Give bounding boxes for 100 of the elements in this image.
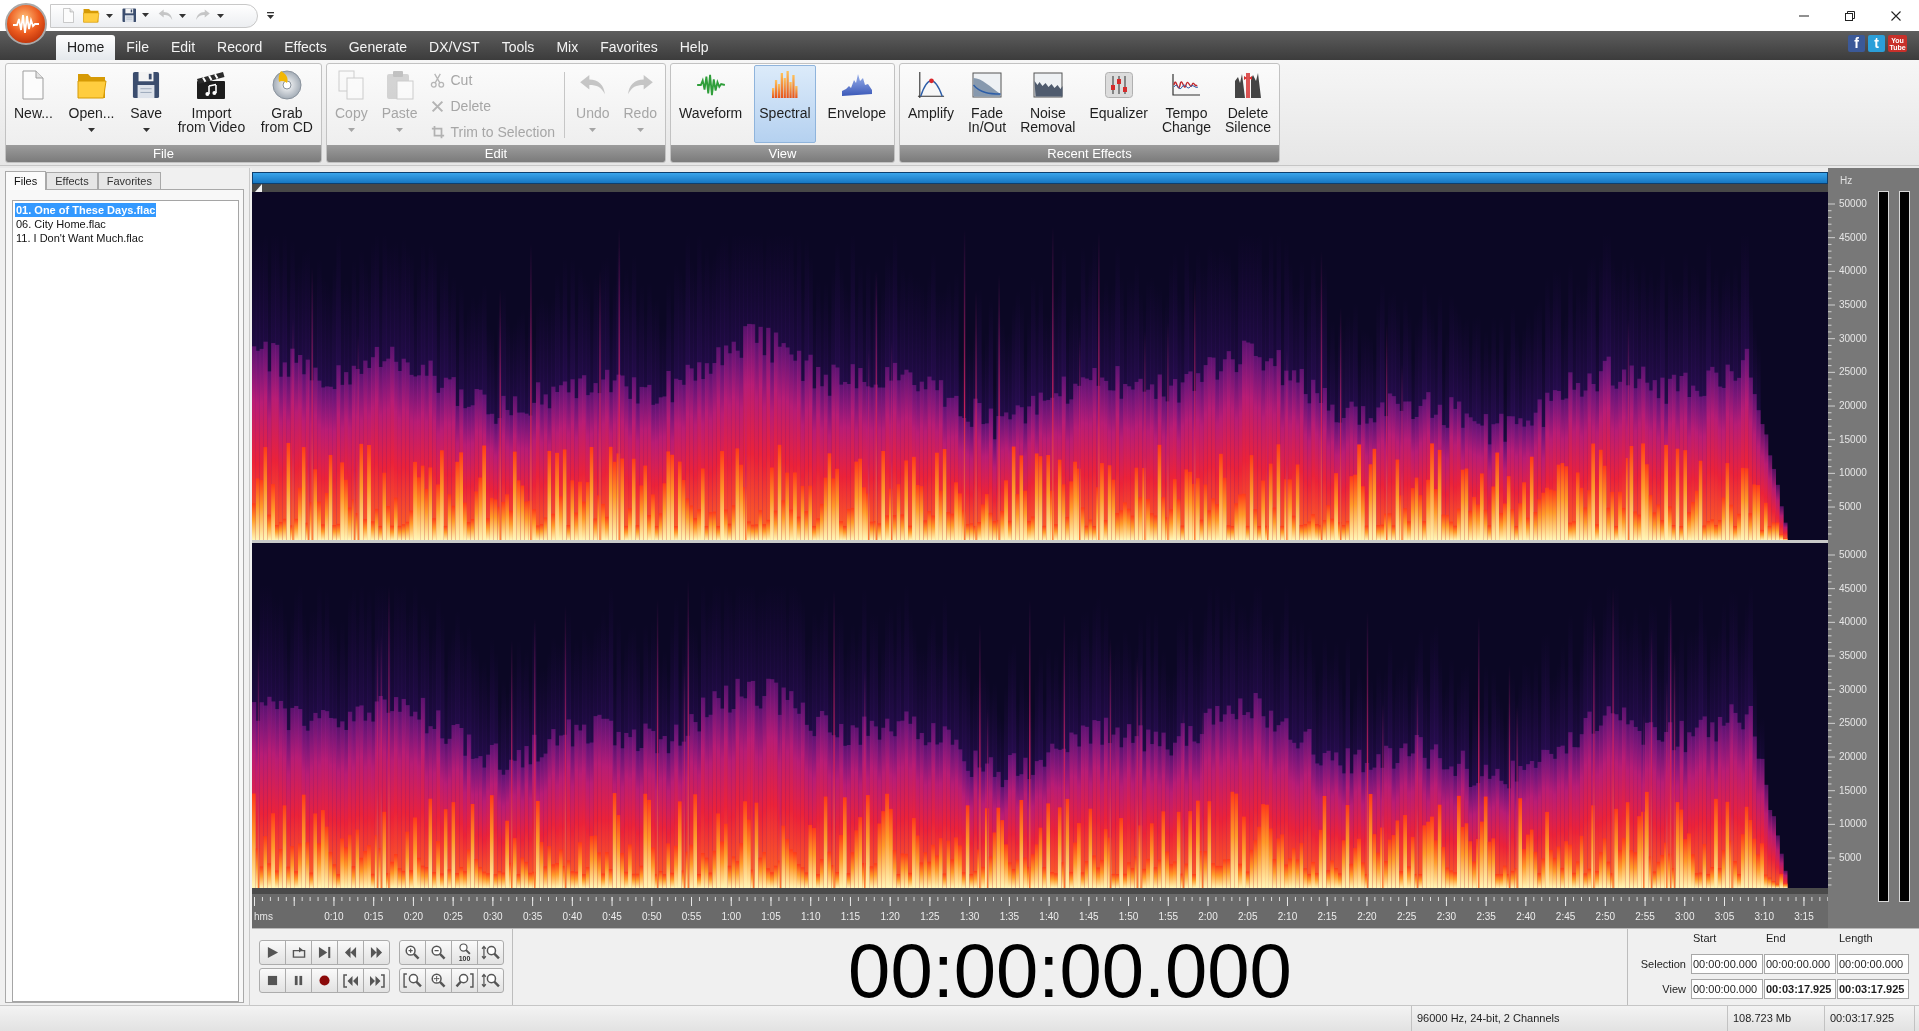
zoom-to-end-button[interactable] [451,968,478,993]
frequency-label: 35000 [1839,650,1867,662]
rewind-button[interactable] [337,940,364,965]
menu-tab[interactable]: Mix [545,35,590,60]
time-label: 2:05 [1238,911,1258,923]
arrows-magnifier-icon [481,973,500,988]
close-icon[interactable] [1891,10,1901,21]
time-label: 3:15 [1794,911,1814,923]
menu-tab[interactable]: Help [668,35,720,60]
frequency-label: 15000 [1839,784,1867,797]
ribbon-button[interactable]: Fade In/Out [962,65,1012,143]
time-label: 0:50 [642,911,662,923]
skip-to-start-button[interactable] [337,968,364,993]
stop-button[interactable] [259,968,286,993]
redo-icon [626,74,655,96]
frequency-label: 35000 [1839,299,1867,311]
status-text: 96000 Hz, 24-bit, 2 Channels [1417,1011,1560,1027]
time-label: 0:30 [483,911,503,923]
menu-tab[interactable]: Home [56,35,116,60]
menu-tab[interactable]: DX/VST [418,35,491,60]
playhead-marker-icon[interactable] [255,184,262,192]
record-button[interactable] [311,968,338,993]
time-field[interactable]: 00:00:00.000 [1837,954,1909,974]
menu-tab[interactable]: Favorites [589,35,669,60]
cross-icon [431,99,444,113]
menu-tab[interactable]: Tools [490,35,546,60]
zoom-out-button[interactable] [425,940,452,965]
time-field[interactable]: 00:03:17.925 [1764,979,1836,999]
time-label: 0:20 [403,911,424,923]
magnifier-minus-icon [431,945,446,960]
file-list-item[interactable]: 11. I Don't Want Much.flac [15,231,145,245]
zoom-to-fit-button[interactable] [425,968,452,993]
ribbon-button[interactable]: Open... [63,65,120,143]
overview-bar[interactable] [252,172,1828,184]
ribbon-button[interactable]: Grab from CD [255,65,318,143]
ribbon-button[interactable]: Amplify [903,65,959,143]
time-label: 2:30 [1436,911,1457,923]
group-label: Edit [327,145,665,162]
time-field[interactable]: 00:03:17.925 [1837,979,1909,999]
sliders-icon [1104,72,1133,98]
time-field[interactable]: 00:00:00.000 [1691,954,1763,974]
restore-icon[interactable] [1845,10,1855,21]
menu-tab[interactable]: Edit [159,35,207,60]
ribbon-button[interactable]: Noise Removal [1015,65,1081,143]
frequency-label: 50000 [1839,198,1867,210]
scissors-icon [430,72,445,88]
time-label: 1:55 [1158,911,1178,923]
fast-forward-button[interactable] [363,940,390,965]
ribbon-button[interactable]: Spectral [754,65,816,143]
time-label: 2:50 [1595,911,1616,923]
panel-tab[interactable]: Effects [46,172,98,189]
frequency-label: 25000 [1839,366,1867,379]
file-list-item[interactable]: 06. City Home.flac [15,217,107,231]
time-label: 3:05 [1714,911,1735,923]
pause-button[interactable] [285,968,312,993]
social-link[interactable]: f [1848,35,1865,52]
ribbon-button[interactable]: Delete Silence [1220,65,1276,143]
skip-to-end-icon [368,973,385,988]
vertical-zoom-button[interactable] [477,940,504,965]
ribbon-button[interactable]: Equalizer [1084,65,1153,143]
fast-forward-icon [370,946,383,959]
ribbon-button[interactable]: Import from Video [172,65,251,143]
ribbon-button[interactable]: Save [125,65,168,143]
repeat-icon [291,946,306,959]
menu-tab[interactable]: Generate [337,35,419,60]
play-button[interactable] [259,940,286,965]
wave-icon [1171,73,1202,97]
disc-icon [271,70,302,100]
waveform-logo-icon[interactable] [5,3,47,45]
ribbon-button[interactable]: Tempo Change [1156,65,1216,143]
frequency-label: 20000 [1839,400,1867,412]
play-to-end-button[interactable] [311,940,338,965]
ribbon-button[interactable]: Envelope [822,65,891,143]
frequency-label: 15000 [1839,433,1867,446]
zoom-to-selection-button[interactable] [399,968,426,993]
time-field[interactable]: 00:00:00.000 [1691,979,1763,999]
time-label: 2:40 [1516,911,1536,923]
menu-tab[interactable]: File [115,35,160,60]
vertical-zoom-button[interactable] [477,968,504,993]
mountain-chart-icon [840,73,873,97]
frequency-label: 45000 [1839,231,1867,244]
menu-tab[interactable]: Record [206,35,274,60]
time-label: 1:45 [1079,911,1099,923]
time-label: 3:10 [1754,911,1774,923]
column-header: Start [1693,932,1717,944]
minimize-icon[interactable] [1799,14,1809,17]
loop-button[interactable] [285,940,312,965]
zoom-in-button[interactable] [399,940,426,965]
ribbon-button[interactable]: New... [9,65,58,143]
customize-arrow-icon[interactable] [267,12,274,19]
skip-to-end-button[interactable] [363,968,390,993]
menu-tab[interactable]: Effects [273,35,338,60]
time-label: 3:00 [1675,911,1695,923]
ribbon-button[interactable]: Waveform [674,65,748,143]
time-label: 2:00 [1198,911,1218,923]
panel-tab[interactable]: Files [5,171,47,190]
frequency-unit-label: Hz [1840,173,1853,188]
time-field[interactable]: 00:00:00.000 [1764,954,1836,974]
panel-tab[interactable]: Favorites [97,172,161,189]
record-icon [319,975,330,986]
